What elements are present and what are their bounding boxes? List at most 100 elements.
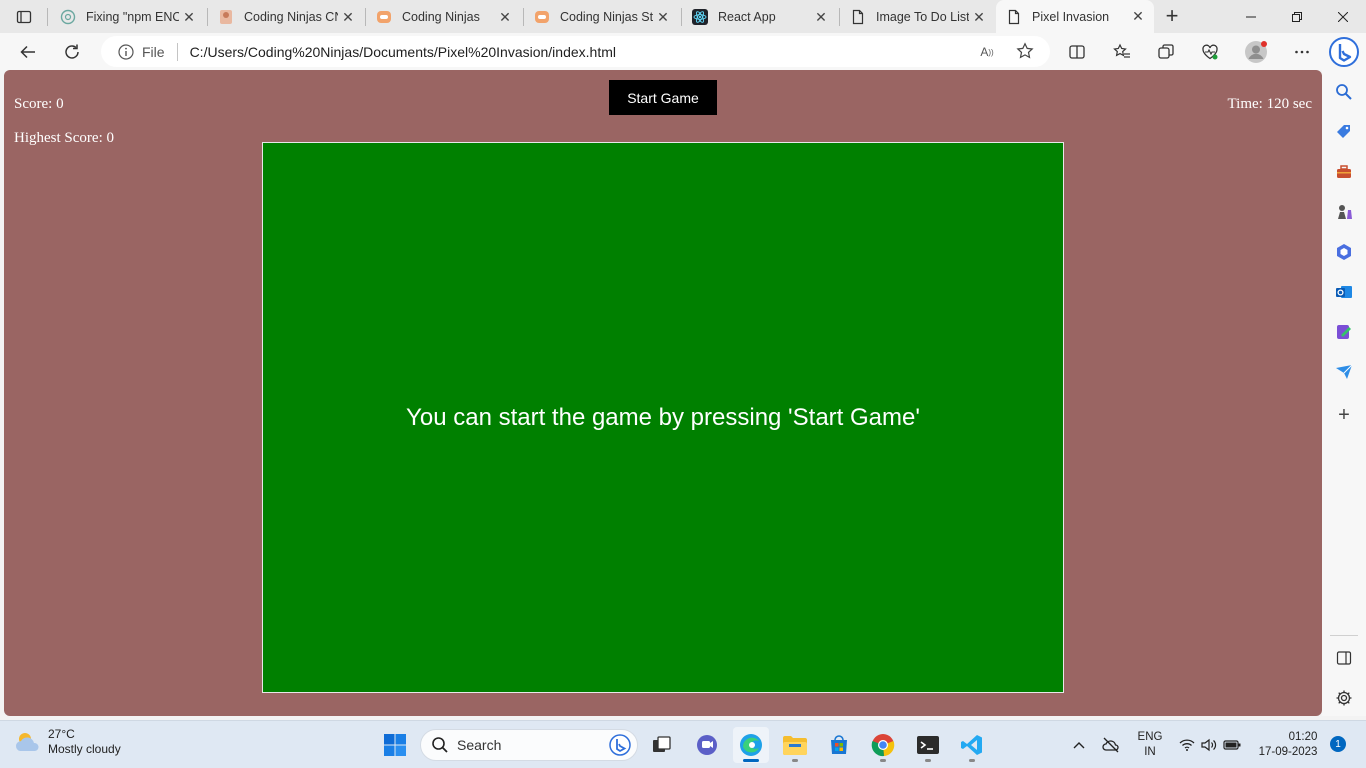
- search-icon: [1336, 84, 1352, 100]
- tab-actions-button[interactable]: [8, 4, 40, 30]
- notification-badge[interactable]: 1: [1330, 736, 1346, 752]
- url-text[interactable]: C:/Users/Coding%20Ninjas/Documents/Pixel…: [190, 44, 616, 60]
- collections-button[interactable]: [1152, 38, 1180, 66]
- running-indicator: [925, 759, 931, 762]
- tab-close-icon[interactable]: ✕: [811, 7, 831, 27]
- browser-toolbar: File C:/Users/Coding%20Ninjas/Documents/…: [0, 33, 1366, 70]
- bing-copilot-button[interactable]: [1328, 36, 1360, 68]
- tab-coding-ninjas[interactable]: Coding Ninjas ✕: [366, 2, 521, 32]
- sidebar-games-button[interactable]: [1333, 201, 1355, 223]
- address-divider: [176, 42, 178, 61]
- restore-button[interactable]: [1274, 0, 1320, 33]
- sidebar-hide-button[interactable]: [1333, 647, 1355, 669]
- task-view-icon: [653, 736, 671, 752]
- favorite-star-icon[interactable]: [1015, 41, 1035, 61]
- terminal-icon: [917, 736, 939, 754]
- browser-essentials-button[interactable]: [1196, 38, 1224, 66]
- show-hidden-icons-button[interactable]: [1068, 721, 1090, 768]
- address-bar[interactable]: File C:/Users/Coding%20Ninjas/Documents/…: [101, 36, 1050, 67]
- tab-coding-ninjas-studio[interactable]: Coding Ninjas Stu ✕: [524, 2, 679, 32]
- tab-title: Fixing "npm ENOI: [86, 10, 179, 24]
- favorites-button[interactable]: [1108, 38, 1136, 66]
- sidebar-outlook-button[interactable]: [1333, 281, 1355, 303]
- language-indicator[interactable]: ENG IN: [1134, 721, 1166, 768]
- coding-ninjas-icon: [218, 9, 234, 25]
- profile-button[interactable]: [1242, 38, 1270, 66]
- avatar-icon: [1245, 41, 1267, 63]
- tab-close-icon[interactable]: ✕: [653, 7, 673, 27]
- tab-title: Coding Ninjas Stu: [560, 10, 653, 24]
- split-screen-icon: [1069, 45, 1085, 59]
- tab-fixing-npm[interactable]: Fixing "npm ENOI ✕: [50, 2, 205, 32]
- active-indicator: [743, 759, 759, 762]
- terminal-button[interactable]: [910, 727, 946, 763]
- new-tab-button[interactable]: +: [1160, 3, 1184, 28]
- task-view-button[interactable]: [644, 727, 680, 763]
- game-board[interactable]: You can start the game by pressing 'Star…: [262, 142, 1064, 693]
- clock-time: 01:20: [1288, 731, 1318, 743]
- tab-close-icon[interactable]: ✕: [338, 7, 358, 27]
- heart-pulse-icon: [1202, 44, 1218, 60]
- taskbar-search-box[interactable]: Search: [420, 729, 638, 761]
- sidebar-shopping-button[interactable]: [1333, 121, 1355, 143]
- back-button[interactable]: [13, 37, 43, 67]
- microsoft365-icon: [1337, 244, 1351, 260]
- toolbox-icon: [1337, 165, 1351, 178]
- sidebar-add-button[interactable]: +: [1333, 404, 1355, 426]
- sync-status-button[interactable]: [1100, 721, 1122, 768]
- settings-more-button[interactable]: [1288, 38, 1316, 66]
- page-icon: [850, 9, 866, 25]
- info-icon[interactable]: [117, 43, 135, 61]
- coding-ninjas-icon: [534, 9, 550, 25]
- split-screen-button[interactable]: [1063, 38, 1091, 66]
- clock-date: 17-09-2023: [1258, 746, 1318, 758]
- sidebar-panel-icon: [1336, 651, 1352, 665]
- taskbar: 27°C Mostly cloudy Search ENG IN 01:20 1…: [0, 720, 1366, 768]
- clock[interactable]: 01:20 17-09-2023: [1252, 721, 1324, 768]
- quick-settings-button[interactable]: [1176, 721, 1244, 768]
- restore-icon: [1292, 11, 1302, 22]
- edge-sidebar: +: [1322, 70, 1366, 716]
- tab-close-icon[interactable]: ✕: [969, 7, 989, 27]
- tab-separator: [47, 8, 48, 26]
- close-window-button[interactable]: [1320, 0, 1366, 33]
- close-icon: [1338, 11, 1348, 22]
- tab-close-icon[interactable]: ✕: [179, 7, 199, 27]
- read-aloud-icon[interactable]: A)): [977, 42, 997, 62]
- refresh-button[interactable]: [57, 37, 87, 67]
- sidebar-divider: [1330, 635, 1358, 636]
- tab-react-app[interactable]: React App ✕: [682, 2, 837, 32]
- more-icon: [1295, 50, 1309, 54]
- sidebar-settings-button[interactable]: [1333, 687, 1355, 709]
- sidebar-tools-button[interactable]: [1333, 161, 1355, 183]
- tab-close-icon[interactable]: ✕: [495, 7, 515, 27]
- start-game-button[interactable]: Start Game: [609, 80, 717, 115]
- vscode-button[interactable]: [954, 727, 990, 763]
- weather-widget[interactable]: 27°C Mostly cloudy: [14, 727, 121, 757]
- edge-taskbar-button[interactable]: [733, 727, 769, 763]
- tab-pixel-invasion[interactable]: Pixel Invasion ✕: [996, 0, 1154, 33]
- sidebar-microsoft365-button[interactable]: [1333, 241, 1355, 263]
- teams-chat-button[interactable]: [689, 727, 725, 763]
- chrome-button[interactable]: [865, 727, 901, 763]
- gear-icon: [1336, 690, 1352, 706]
- tab-title: React App: [718, 10, 776, 24]
- chrome-icon: [871, 734, 895, 757]
- language-line2: IN: [1144, 746, 1156, 758]
- cloud-offline-icon: [1102, 737, 1119, 753]
- bing-icon: [1329, 37, 1359, 67]
- file-explorer-button[interactable]: [777, 727, 813, 763]
- weather-temperature: 27°C: [48, 727, 75, 741]
- tab-coding-ninjas-cn[interactable]: Coding Ninjas CN ✕: [208, 2, 364, 32]
- tab-close-icon[interactable]: ✕: [1128, 7, 1148, 27]
- start-button[interactable]: [377, 727, 413, 763]
- microsoft-store-button[interactable]: [821, 727, 857, 763]
- tab-title: Image To Do List: [876, 10, 969, 24]
- sidebar-drop-button[interactable]: [1333, 361, 1355, 383]
- sidebar-designer-button[interactable]: [1333, 321, 1355, 343]
- weather-description: Mostly cloudy: [48, 742, 121, 756]
- tab-image-to-do-list[interactable]: Image To Do List ✕: [840, 2, 995, 32]
- sidebar-search-button[interactable]: [1333, 81, 1355, 103]
- minimize-icon: [1246, 16, 1256, 17]
- minimize-button[interactable]: [1228, 0, 1274, 33]
